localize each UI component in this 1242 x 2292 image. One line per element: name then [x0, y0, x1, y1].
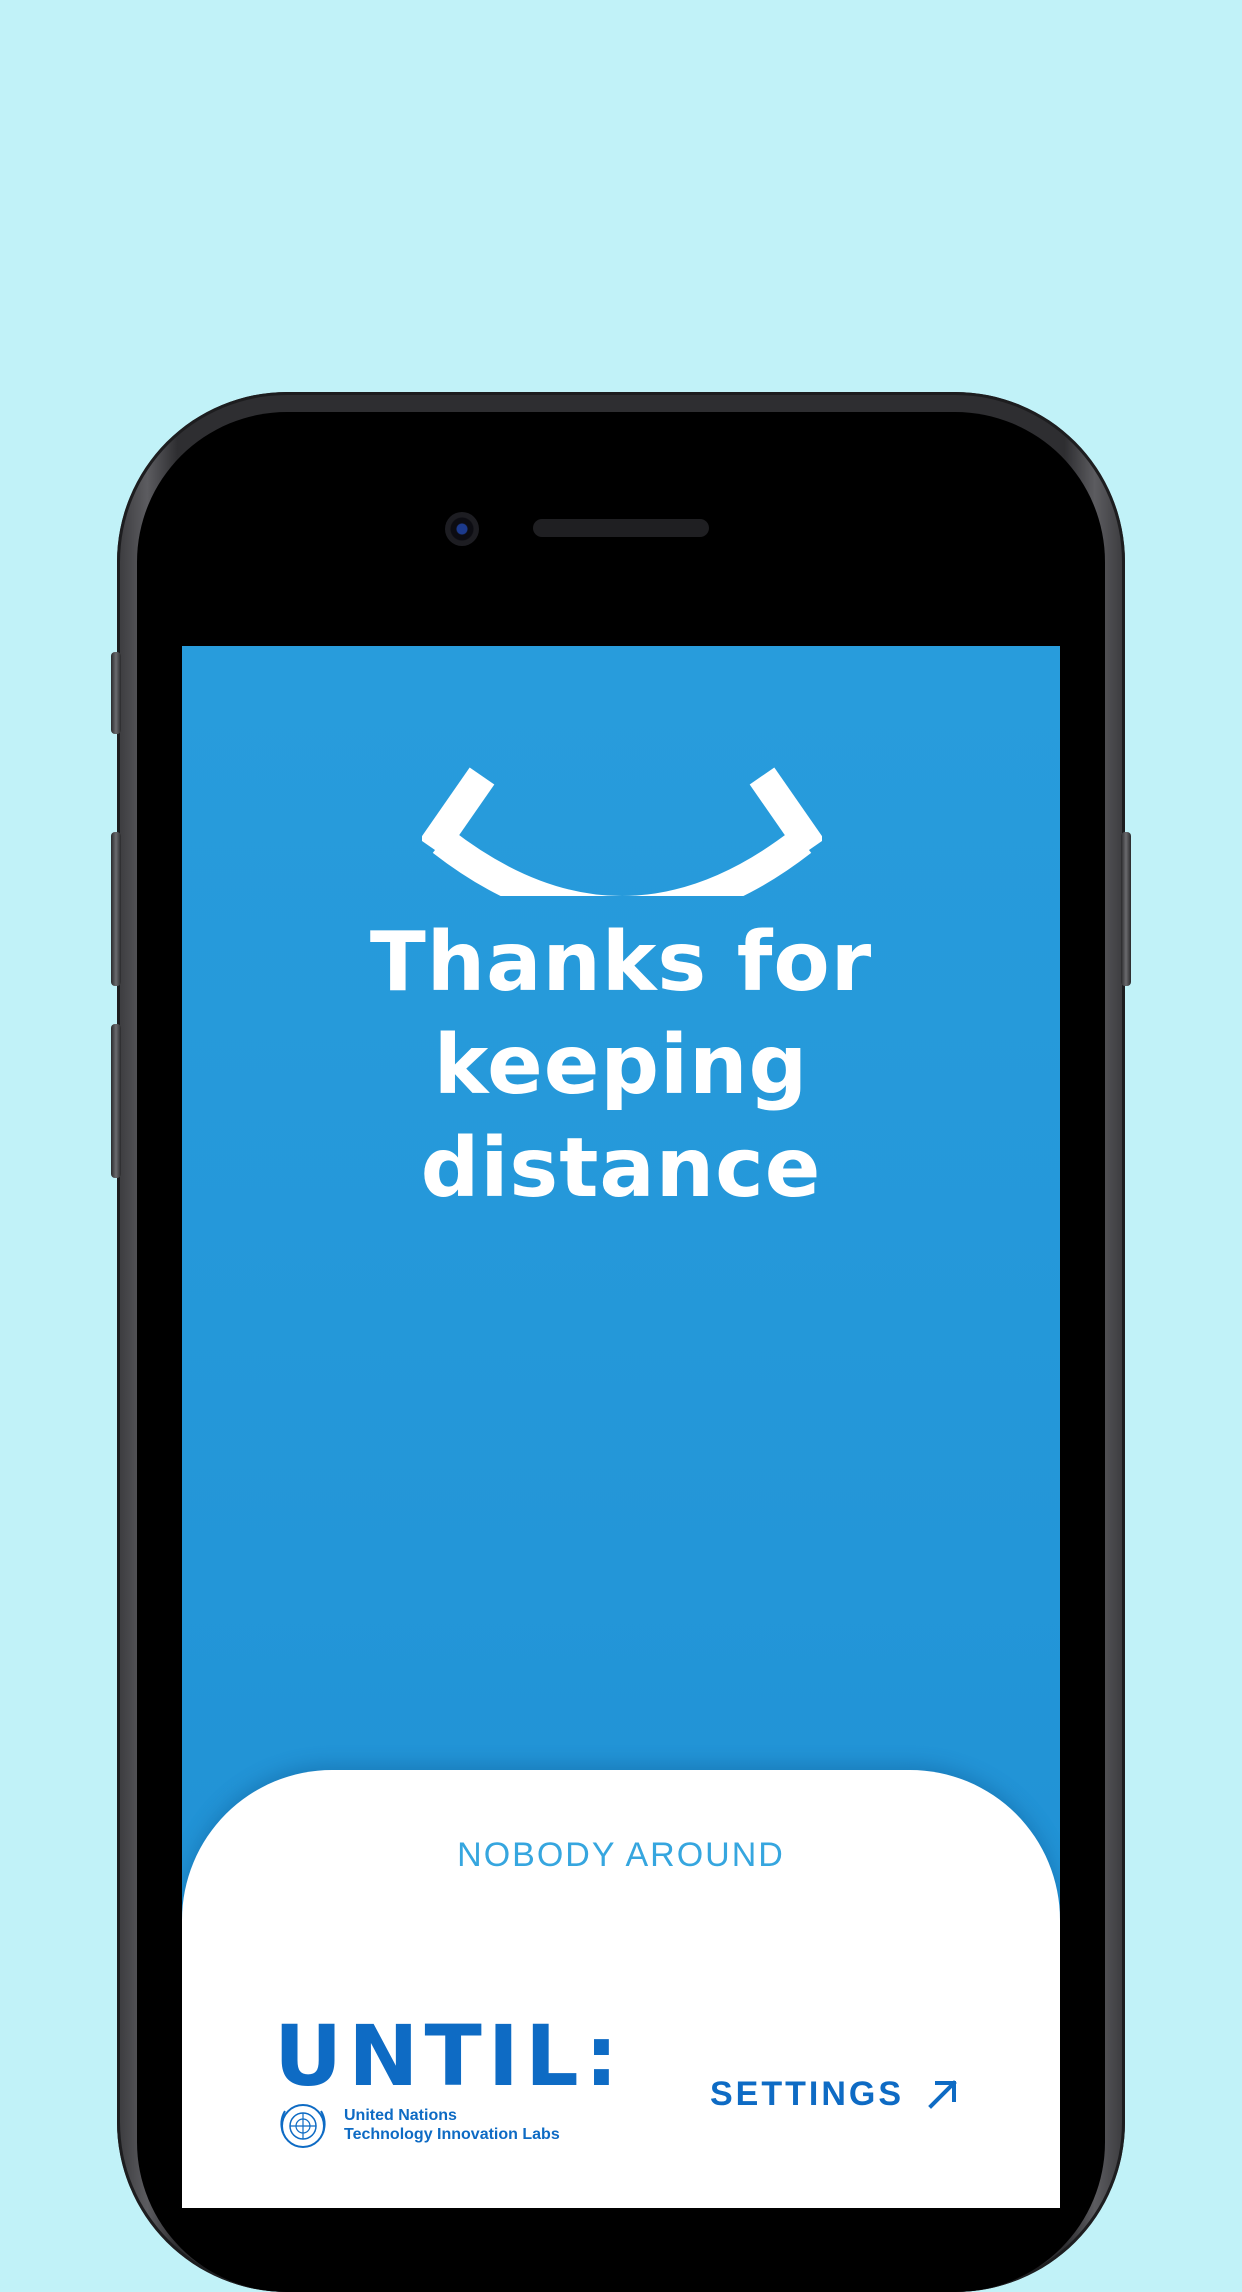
smile-icon [422, 767, 822, 896]
headline-line-3: distance [420, 1121, 822, 1216]
headline: Thanks for keeping distance [182, 911, 1060, 1220]
headline-line-1: Thanks for [369, 915, 873, 1010]
status-text: NOBODY AROUND [457, 1836, 785, 1874]
un-emblem-icon [280, 2104, 326, 2148]
app-screen: Thanks for keeping distance NOBODY AROUN… [182, 646, 1060, 2208]
un-text-line-2: Technology Innovation Labs [344, 2126, 560, 2143]
settings-button[interactable]: SETTINGS [710, 2069, 960, 2119]
un-labs-text: United Nations Technology Innovation Lab… [344, 2106, 560, 2144]
mute-switch [111, 652, 121, 734]
arrow-up-right-icon [928, 2080, 957, 2109]
un-text-line-1: United Nations [344, 2107, 457, 2124]
front-camera [445, 512, 479, 546]
settings-label: SETTINGS [710, 2074, 905, 2113]
volume-down-button [111, 1024, 121, 1178]
until-logo: UNTIL: [274, 2007, 625, 2105]
power-button [1121, 832, 1131, 986]
earpiece-speaker [533, 519, 709, 537]
headline-line-2: keeping [433, 1018, 809, 1113]
volume-up-button [111, 832, 121, 986]
